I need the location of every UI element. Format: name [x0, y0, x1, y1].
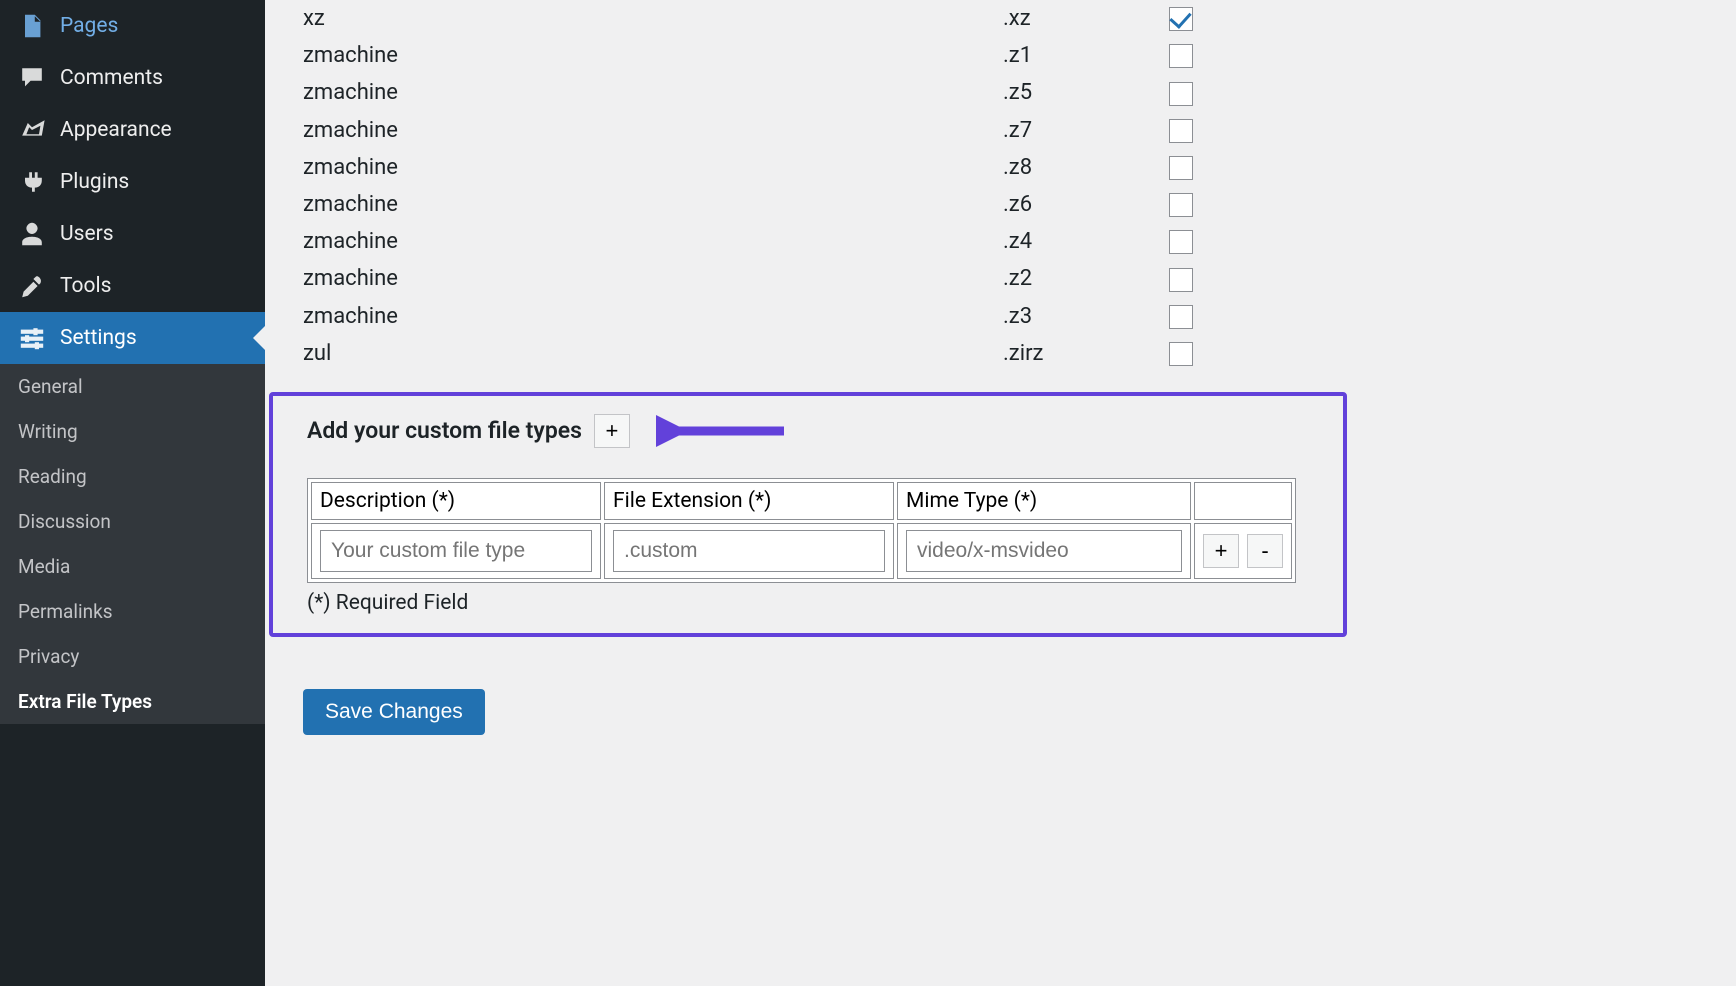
submenu-item-reading[interactable]: Reading — [0, 454, 265, 499]
file-type-checkbox[interactable] — [1169, 119, 1193, 143]
admin-sidebar: Pages Comments Appearance Plugins Users Tools… — [0, 0, 265, 986]
file-type-checkbox[interactable] — [1169, 44, 1193, 68]
tools-icon — [18, 272, 46, 300]
file-type-checkbox[interactable] — [1169, 230, 1193, 254]
add-custom-type-button[interactable]: + — [594, 414, 630, 448]
file-type-checkbox[interactable] — [1169, 342, 1193, 366]
file-type-name: zmachine — [303, 149, 1003, 186]
file-type-name: zul — [303, 335, 1003, 372]
file-type-checkbox[interactable] — [1169, 268, 1193, 292]
file-type-row: zmachine.z4 — [303, 223, 1193, 260]
file-type-name: zmachine — [303, 74, 1003, 111]
file-type-row: zmachine.z2 — [303, 260, 1193, 297]
file-type-name: zmachine — [303, 223, 1003, 260]
sidebar-item-label: Settings — [60, 326, 137, 350]
submenu-item-discussion[interactable]: Discussion — [0, 499, 265, 544]
sidebar-item-label: Appearance — [60, 118, 172, 142]
main-content: xz.xzzmachine.z1zmachine.z5zmachine.z7zm… — [265, 0, 1736, 986]
submenu-item-writing[interactable]: Writing — [0, 409, 265, 454]
col-header-actions — [1194, 482, 1292, 520]
settings-icon — [18, 324, 46, 352]
mime-type-field[interactable] — [906, 530, 1182, 572]
file-type-ext: .z4 — [1003, 223, 1123, 260]
file-type-checkbox[interactable] — [1169, 7, 1193, 31]
extension-field[interactable] — [613, 530, 885, 572]
file-type-ext: .zirz — [1003, 335, 1123, 372]
file-type-row: zmachine.z7 — [303, 112, 1193, 149]
appearance-icon — [18, 116, 46, 144]
sidebar-item-settings[interactable]: Settings — [0, 312, 265, 364]
file-type-row: zmachine.z6 — [303, 186, 1193, 223]
plugins-icon — [18, 168, 46, 196]
save-changes-button[interactable]: Save Changes — [303, 689, 485, 735]
file-type-row: zul.zirz — [303, 335, 1193, 372]
sidebar-item-comments[interactable]: Comments — [0, 52, 265, 104]
sidebar-item-label: Comments — [60, 66, 163, 90]
file-type-checkbox[interactable] — [1169, 156, 1193, 180]
file-type-ext: .z8 — [1003, 149, 1123, 186]
submenu-item-general[interactable]: General — [0, 364, 265, 409]
file-type-ext: .z7 — [1003, 112, 1123, 149]
add-custom-heading-row: Add your custom file types + — [307, 414, 1317, 448]
custom-file-types-table: Description (*) File Extension (*) Mime … — [307, 478, 1296, 583]
file-type-ext: .z6 — [1003, 186, 1123, 223]
users-icon — [18, 220, 46, 248]
sidebar-item-label: Plugins — [60, 170, 129, 194]
file-type-name: zmachine — [303, 112, 1003, 149]
custom-file-types-highlight: Add your custom file types + Description… — [269, 392, 1347, 637]
file-type-checkbox[interactable] — [1169, 305, 1193, 329]
col-header-description: Description (*) — [311, 482, 601, 520]
sidebar-item-tools[interactable]: Tools — [0, 260, 265, 312]
sidebar-item-appearance[interactable]: Appearance — [0, 104, 265, 156]
file-type-row: zmachine.z1 — [303, 37, 1193, 74]
comments-icon — [18, 64, 46, 92]
file-type-ext: .z5 — [1003, 74, 1123, 111]
pages-icon — [18, 12, 46, 40]
file-type-name: zmachine — [303, 260, 1003, 297]
file-type-row: zmachine.z8 — [303, 149, 1193, 186]
file-type-ext: .xz — [1003, 0, 1123, 37]
submenu-item-permalinks[interactable]: Permalinks — [0, 589, 265, 634]
add-custom-label: Add your custom file types — [307, 417, 582, 444]
file-type-name: zmachine — [303, 298, 1003, 335]
description-field[interactable] — [320, 530, 592, 572]
settings-submenu: GeneralWritingReadingDiscussionMediaPerm… — [0, 364, 265, 724]
required-field-note: (*) Required Field — [307, 591, 1317, 615]
submenu-item-media[interactable]: Media — [0, 544, 265, 589]
submenu-item-privacy[interactable]: Privacy — [0, 634, 265, 679]
file-type-name: zmachine — [303, 37, 1003, 74]
sidebar-item-plugins[interactable]: Plugins — [0, 156, 265, 208]
file-type-row: xz.xz — [303, 0, 1193, 37]
file-type-ext: .z3 — [1003, 298, 1123, 335]
file-type-row: zmachine.z5 — [303, 74, 1193, 111]
custom-file-type-row: + - — [311, 523, 1292, 579]
col-header-extension: File Extension (*) — [604, 482, 894, 520]
file-type-list: xz.xzzmachine.z1zmachine.z5zmachine.z7zm… — [303, 0, 1193, 372]
sidebar-item-label: Users — [60, 222, 114, 246]
sidebar-item-users[interactable]: Users — [0, 208, 265, 260]
file-type-name: xz — [303, 0, 1003, 37]
file-type-ext: .z2 — [1003, 260, 1123, 297]
file-type-checkbox[interactable] — [1169, 193, 1193, 217]
sidebar-item-label: Tools — [60, 274, 111, 298]
sidebar-item-label: Pages — [60, 14, 118, 38]
sidebar-item-pages[interactable]: Pages — [0, 0, 265, 52]
add-row-button[interactable]: + — [1203, 534, 1239, 568]
arrow-annotation-icon — [656, 414, 786, 448]
col-header-mime: Mime Type (*) — [897, 482, 1191, 520]
file-type-checkbox[interactable] — [1169, 82, 1193, 106]
file-type-ext: .z1 — [1003, 37, 1123, 74]
file-type-name: zmachine — [303, 186, 1003, 223]
submenu-item-extra-file-types[interactable]: Extra File Types — [0, 679, 265, 724]
remove-row-button[interactable]: - — [1247, 534, 1283, 568]
file-type-row: zmachine.z3 — [303, 298, 1193, 335]
